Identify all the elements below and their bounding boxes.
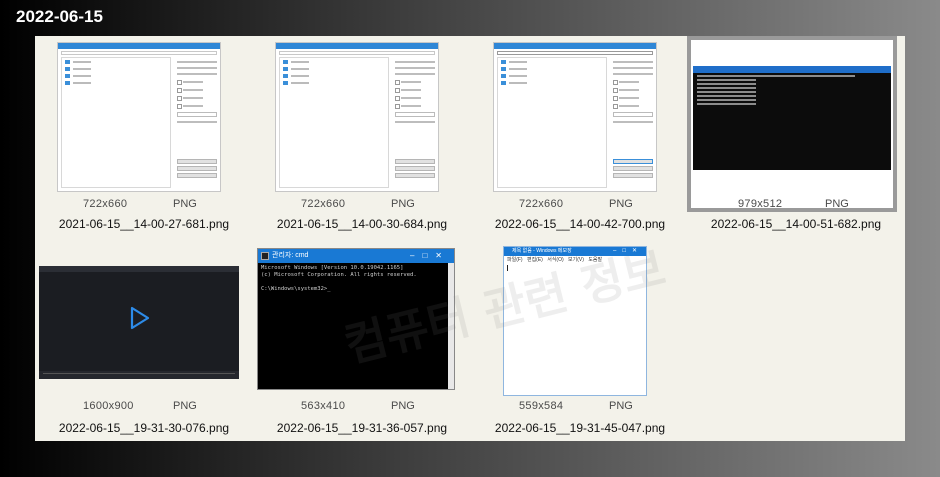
cmd-icon [261,252,269,260]
image-dimensions: 559x584 [519,400,564,412]
thumbnail-tile[interactable]: 제목 없음 - Windows 메모장 –□✕ 파일(F) 편집(E) 서식(O… [471,246,689,446]
thumbnail-image[interactable] [35,36,253,194]
thumbnail-image[interactable]: 제목 없음 - Windows 메모장 –□✕ 파일(F) 편집(E) 서식(O… [471,246,689,404]
thumbnail-tile[interactable]: 722x660 PNG 2022-06-15__14-00-42-700.png [471,36,689,236]
thumbnail-image[interactable]: 관리자: cmd –□✕ Microsoft Windows [Version … [253,246,471,404]
cmd-window-title: 관리자: cmd [272,252,309,259]
thumbnail-image[interactable] [253,36,471,194]
image-dimensions: 563x410 [301,400,346,412]
thumbnail-tile[interactable]: 1600x900 PNG 2022-06-15__19-31-30-076.pn… [35,246,253,446]
explorer-window-preview [57,42,221,192]
image-dimensions: 1600x900 [83,400,134,412]
window-controls-icon: –□✕ [410,251,450,260]
media-player-preview [39,266,239,379]
image-format: PNG [609,198,633,210]
play-icon [130,306,150,330]
image-dimensions: 979x512 [738,198,783,210]
image-format: PNG [173,400,197,412]
image-dimensions: 722x660 [519,198,564,210]
thumbnail-image[interactable] [471,36,689,194]
image-format: PNG [825,198,849,210]
console-window-preview [693,66,891,170]
thumbnail-tile-selected[interactable]: 979x512 PNG 2022-06-15__14-00-51-682.png [687,36,905,236]
notepad-window-title: 제목 없음 - Windows 메모장 [512,248,572,254]
file-name[interactable]: 2021-06-15__14-00-27-681.png [35,217,253,231]
notepad-menu-bar: 파일(F) 편집(E) 서식(O) 보기(V) 도움말 [507,257,603,263]
image-format: PNG [391,400,415,412]
thumbnail-tile[interactable]: 722x660 PNG 2021-06-15__14-00-30-684.png [253,36,471,236]
file-name[interactable]: 2022-06-15__14-00-51-682.png [687,217,905,231]
image-format: PNG [391,198,415,210]
cmd-window-preview: 관리자: cmd –□✕ Microsoft Windows [Version … [257,248,455,390]
group-date-header: 2022-06-15 [16,7,103,26]
explorer-window-preview [275,42,439,192]
thumbnail-tile[interactable]: 관리자: cmd –□✕ Microsoft Windows [Version … [253,246,471,446]
thumbnail-image[interactable] [687,36,897,212]
thumbnail-image[interactable] [35,246,253,404]
file-name[interactable]: 2021-06-15__14-00-30-684.png [253,217,471,231]
thumbnail-grid: 722x660 PNG 2021-06-15__14-00-27-681.png [35,36,905,441]
file-name[interactable]: 2022-06-15__14-00-42-700.png [471,217,689,231]
file-name[interactable]: 2022-06-15__19-31-36-057.png [253,421,471,435]
image-format: PNG [173,198,197,210]
image-dimensions: 722x660 [301,198,346,210]
image-format: PNG [609,400,633,412]
window-controls-icon: –□✕ [613,248,643,254]
thumbnail-tile[interactable]: 722x660 PNG 2021-06-15__14-00-27-681.png [35,36,253,236]
file-name[interactable]: 2022-06-15__19-31-30-076.png [35,421,253,435]
notepad-window-preview: 제목 없음 - Windows 메모장 –□✕ 파일(F) 편집(E) 서식(O… [503,246,647,396]
image-dimensions: 722x660 [83,198,128,210]
explorer-window-preview [493,42,657,192]
file-name[interactable]: 2022-06-15__19-31-45-047.png [471,421,689,435]
